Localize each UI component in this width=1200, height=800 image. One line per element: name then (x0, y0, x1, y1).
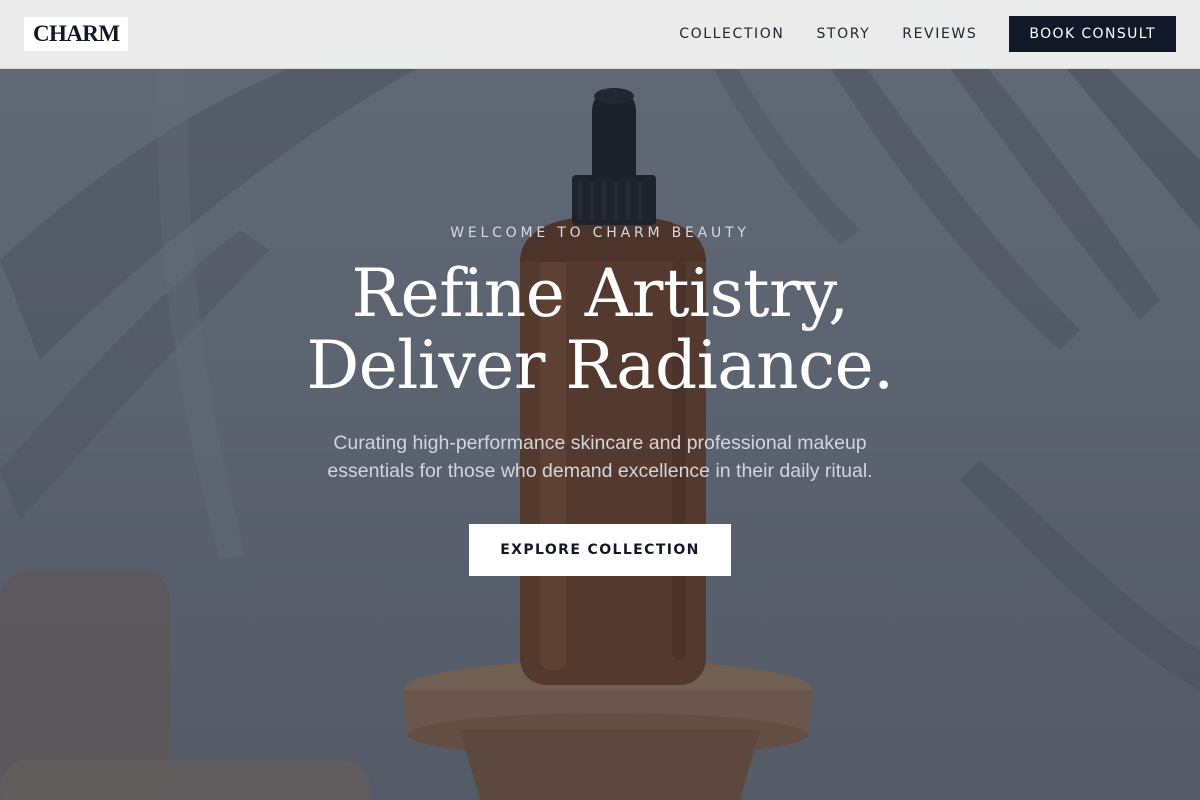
brand-logo[interactable]: CHARM (24, 17, 129, 51)
nav-link-reviews[interactable]: REVIEWS (902, 26, 977, 42)
book-consult-button[interactable]: BOOK CONSULT (1009, 16, 1176, 52)
nav-link-story[interactable]: STORY (816, 26, 870, 42)
site-header: CHARM COLLECTION STORY REVIEWS BOOK CONS… (0, 0, 1200, 69)
hero-eyebrow: WELCOME TO CHARM BEAUTY (450, 225, 750, 241)
headline-line-1: Refine Artistry, (351, 255, 849, 332)
subtext-line-1: Curating high-performance skincare and p… (333, 432, 867, 454)
main-nav: COLLECTION STORY REVIEWS BOOK CONSULT (679, 16, 1176, 52)
hero-subtext: Curating high-performance skincare and p… (290, 429, 910, 485)
hero-headline: Refine Artistry, Deliver Radiance. (0, 258, 1200, 402)
nav-link-collection[interactable]: COLLECTION (679, 26, 784, 42)
subtext-line-2: essentials for those who demand excellen… (327, 460, 873, 482)
headline-line-2: Deliver Radiance. (306, 327, 894, 404)
explore-collection-button[interactable]: EXPLORE COLLECTION (469, 524, 731, 576)
hero-content: WELCOME TO CHARM BEAUTY Refine Artistry,… (0, 0, 1200, 800)
